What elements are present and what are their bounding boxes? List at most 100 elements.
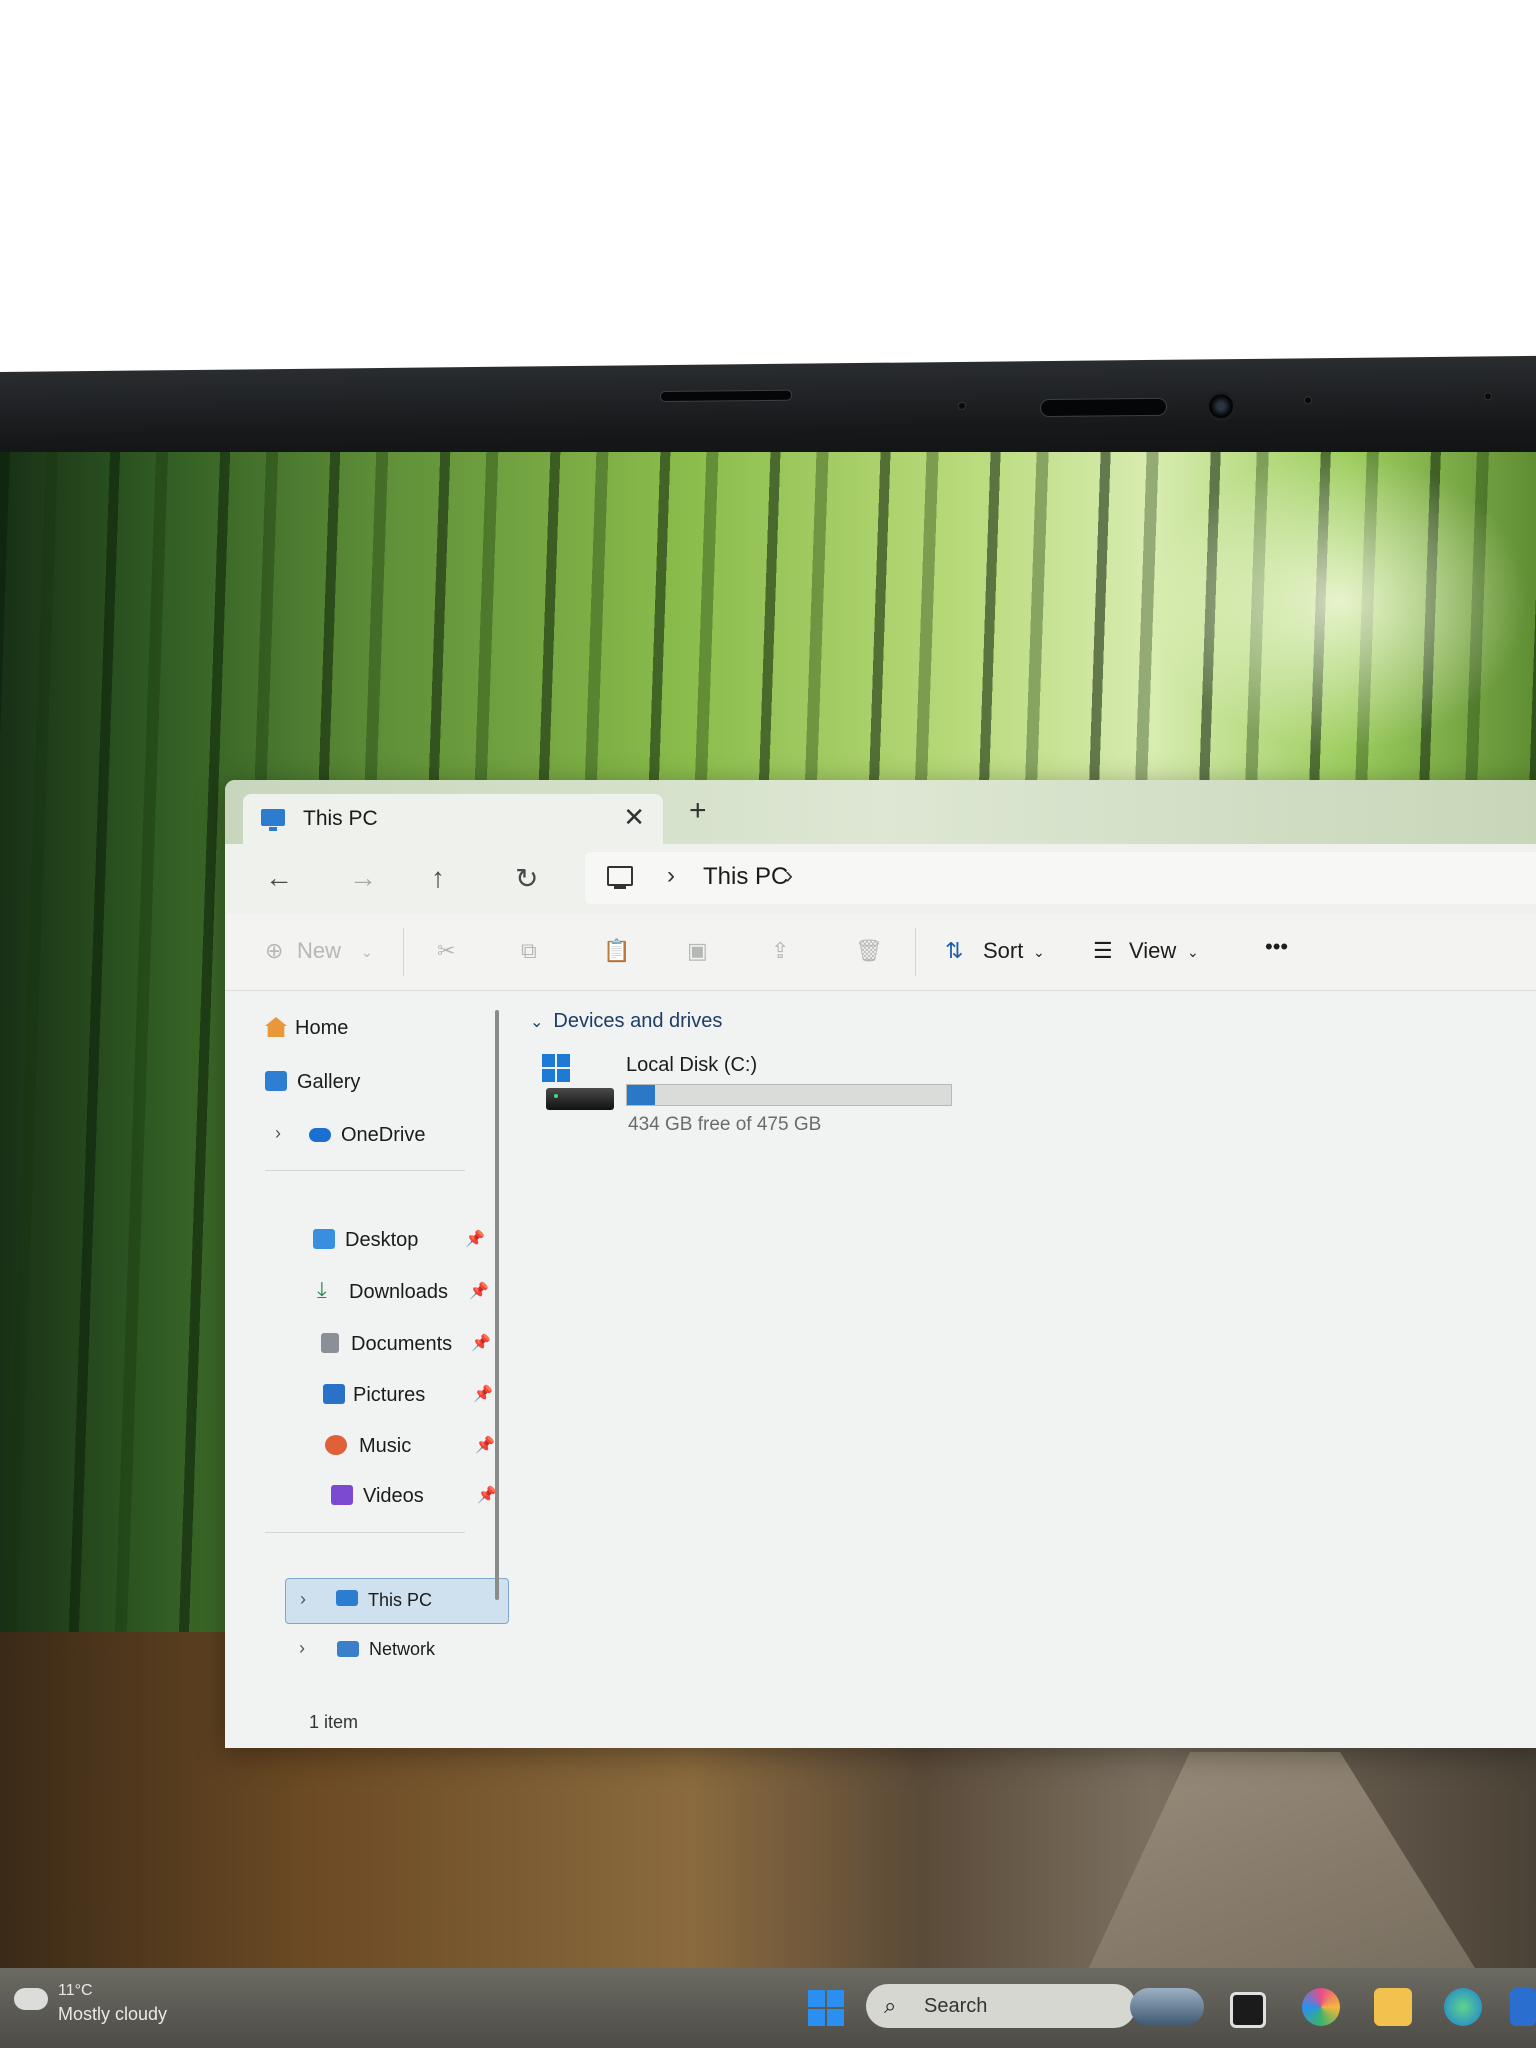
sidebar-scrollbar[interactable]	[495, 1010, 499, 1600]
taskbar: 11°C Mostly cloudy ⌕ Search	[0, 1968, 1536, 2048]
sidebar-item-pictures[interactable]: Pictures 📌	[225, 1375, 493, 1415]
toolbar-divider	[915, 928, 916, 976]
cut-icon[interactable]: ✂	[437, 938, 455, 964]
forward-arrow-icon[interactable]: →	[349, 862, 377, 894]
command-bar: ⊕ New ⌄ ✂ ⧉ 📋 ▣ ⇪ 🗑 ⇅ Sort ⌄ ☰ View ⌄ ••…	[225, 914, 1536, 991]
cloud-icon[interactable]	[14, 1988, 48, 2010]
new-tab-button[interactable]: +	[689, 794, 707, 828]
chevron-down-icon: ⌄	[1033, 944, 1045, 960]
chevron-right-icon[interactable]: ›	[275, 1123, 281, 1144]
new-plus-icon[interactable]: ⊕	[265, 938, 283, 964]
edge-browser-icon[interactable]	[1444, 1988, 1482, 2026]
sidebar-item-desktop[interactable]: Desktop 📌	[225, 1220, 485, 1260]
pin-icon[interactable]: 📌	[469, 1281, 489, 1301]
sidebar-item-label: OneDrive	[341, 1124, 426, 1146]
desktop-icon	[313, 1229, 335, 1249]
item-count: 1 item	[309, 1712, 359, 1732]
back-arrow-icon[interactable]: ←	[265, 862, 293, 894]
address-bar[interactable]: › This PC ›	[585, 852, 1536, 904]
file-explorer-taskbar-icon[interactable]	[1374, 1988, 1412, 2026]
group-title: Devices and drives	[553, 1010, 723, 1032]
sidebar-item-label: Videos	[363, 1485, 424, 1507]
sidebar-item-label: Desktop	[345, 1229, 419, 1251]
navigation-pane: Home Gallery › OneDrive Desktop 📌 ⤓ Down…	[225, 990, 509, 1698]
privacy-shutter	[1040, 397, 1167, 418]
documents-icon	[321, 1333, 339, 1353]
copilot-icon[interactable]	[1302, 1988, 1340, 2026]
pin-icon[interactable]: 📌	[471, 1333, 491, 1353]
chevron-down-icon: ⌄	[1187, 944, 1199, 960]
search-label: Search	[924, 1995, 988, 2017]
videos-icon	[331, 1485, 353, 1505]
store-icon[interactable]	[1510, 1988, 1536, 2026]
search-icon: ⌕	[884, 1993, 897, 2018]
chevron-right-icon[interactable]: ›	[300, 1589, 306, 1610]
sidebar-item-onedrive[interactable]: › OneDrive	[225, 1115, 485, 1155]
drive-tile-local-disk-c[interactable]: Local Disk (C:) 434 GB free of 475 GB	[540, 1048, 970, 1148]
pin-icon[interactable]: 📌	[477, 1485, 497, 1505]
sidebar-item-label: Network	[369, 1639, 436, 1659]
sidebar-item-documents[interactable]: Documents 📌	[225, 1324, 491, 1364]
weather-description[interactable]: Mostly cloudy	[58, 2004, 167, 2025]
copy-icon[interactable]: ⧉	[521, 938, 537, 964]
sidebar-item-home[interactable]: Home	[225, 1008, 485, 1048]
sensor-dot	[1484, 392, 1492, 401]
chevron-down-icon: ⌄	[530, 1014, 544, 1031]
share-icon[interactable]: ⇪	[771, 938, 789, 964]
windows-logo-icon	[542, 1054, 570, 1082]
chevron-right-icon[interactable]: ›	[785, 862, 793, 890]
task-view-icon[interactable]	[1230, 1992, 1266, 2028]
breadcrumb-this-pc[interactable]: This PC	[703, 863, 788, 891]
sidebar-item-music[interactable]: Music 📌	[225, 1426, 495, 1466]
more-options-button[interactable]: •••	[1265, 934, 1288, 960]
group-header-devices-and-drives[interactable]: ⌄ Devices and drives	[530, 1010, 722, 1033]
webcam	[1206, 391, 1236, 422]
tab-title: This PC	[303, 807, 378, 830]
start-button[interactable]	[808, 1990, 844, 2026]
network-icon	[337, 1641, 359, 1657]
pin-icon[interactable]: 📌	[473, 1384, 493, 1404]
view-icon[interactable]: ☰	[1093, 938, 1113, 964]
refresh-icon[interactable]: ↻	[515, 862, 538, 895]
view-button[interactable]: View	[1129, 938, 1176, 964]
sidebar-item-label: Music	[359, 1435, 412, 1457]
content-pane: ⌄ Devices and drives Local Disk (C:) 434 …	[510, 990, 1536, 1698]
hard-drive-icon	[546, 1088, 614, 1110]
sidebar-item-gallery[interactable]: Gallery	[225, 1062, 485, 1102]
wallpaper-light	[1150, 452, 1530, 752]
new-button[interactable]: New	[297, 938, 341, 964]
close-tab-icon[interactable]: ✕	[623, 802, 645, 833]
this-pc-icon	[261, 809, 285, 831]
delete-icon[interactable]: 🗑	[855, 938, 883, 964]
taskbar-search[interactable]: ⌕ Search	[866, 1984, 1136, 2028]
sidebar-item-network[interactable]: › Network	[285, 1630, 507, 1670]
paste-icon[interactable]: 📋	[603, 938, 630, 964]
navigation-bar: ← → ↑ ↻ › This PC ›	[225, 844, 1536, 914]
tab-this-pc[interactable]: This PC ✕	[243, 794, 663, 844]
title-bar: This PC ✕ +	[225, 780, 1536, 844]
drive-usage-bar	[626, 1084, 952, 1106]
status-bar: 1 item	[225, 1698, 1536, 1748]
rename-icon[interactable]: ▣	[687, 938, 708, 964]
drive-usage-fill	[627, 1085, 655, 1105]
gallery-icon	[265, 1071, 287, 1091]
pin-icon[interactable]: 📌	[465, 1229, 485, 1249]
sidebar-item-this-pc[interactable]: › This PC	[285, 1578, 509, 1624]
sidebar-item-downloads[interactable]: ⤓ Downloads 📌	[225, 1272, 489, 1312]
sidebar-item-label: Documents	[351, 1333, 453, 1355]
sort-button[interactable]: Sort	[983, 938, 1023, 964]
sidebar-item-label: Home	[295, 1017, 349, 1039]
sidebar-item-label: Pictures	[353, 1384, 426, 1406]
weather-temperature[interactable]: 11°C	[58, 1982, 93, 2000]
pin-icon[interactable]: 📌	[475, 1435, 495, 1455]
sort-icon[interactable]: ⇅	[945, 938, 963, 964]
up-arrow-icon[interactable]: ↑	[431, 862, 445, 894]
sidebar-item-label: Gallery	[297, 1071, 361, 1093]
music-icon	[325, 1435, 347, 1455]
onedrive-icon	[309, 1128, 331, 1142]
drive-name: Local Disk (C:)	[626, 1054, 758, 1076]
sidebar-item-videos[interactable]: Videos 📌	[225, 1476, 497, 1516]
chevron-right-icon[interactable]: ›	[299, 1638, 305, 1659]
chevron-right-icon[interactable]: ›	[667, 862, 675, 890]
widgets-whale-icon[interactable]	[1130, 1988, 1204, 2026]
